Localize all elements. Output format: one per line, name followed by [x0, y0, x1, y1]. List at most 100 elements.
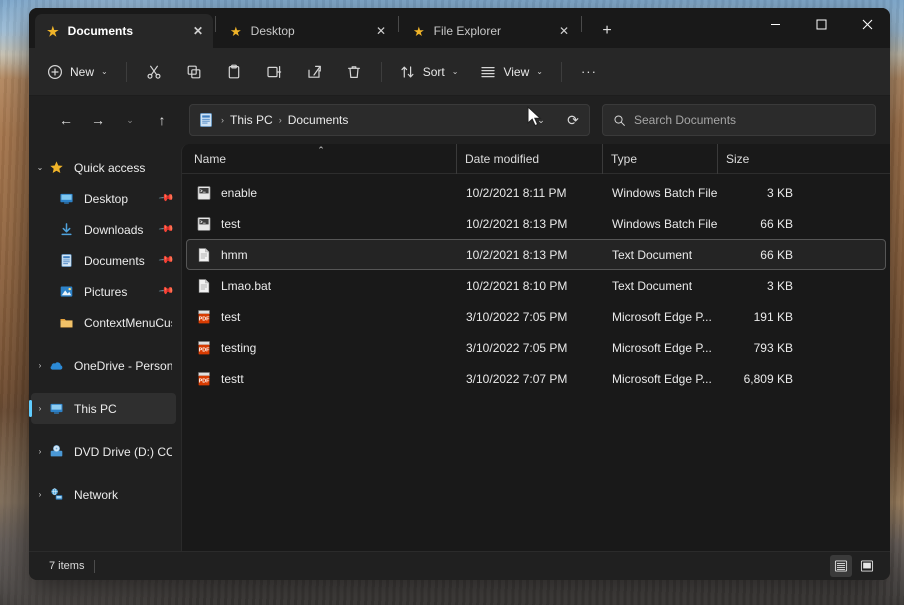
sidebar-item-label: Network: [74, 488, 172, 502]
copy-icon: [186, 64, 202, 80]
chevron-right-icon[interactable]: ›: [31, 447, 49, 456]
address-bar[interactable]: › This PC › Documents ⌄ ⟳: [189, 104, 590, 136]
sidebar-item-label: Desktop: [84, 192, 160, 206]
forward-button[interactable]: →: [83, 105, 113, 135]
file-name-cell: PDF testing: [188, 340, 458, 356]
sidebar-item-label: OneDrive - Personal: [74, 359, 172, 373]
delete-button[interactable]: [335, 56, 373, 88]
table-row[interactable]: PDF testt 3/10/2022 7:07 PM Microsoft Ed…: [186, 363, 886, 394]
pin-icon[interactable]: 📌: [157, 252, 174, 268]
sort-button[interactable]: Sort ⌄: [390, 56, 469, 88]
command-bar: New ⌄: [29, 48, 890, 96]
pdf-icon: PDF: [196, 309, 212, 325]
table-row[interactable]: PDF test 3/10/2022 7:05 PM Microsoft Edg…: [186, 301, 886, 332]
share-button[interactable]: [295, 56, 333, 88]
pictures-icon: [59, 284, 77, 300]
file-explorer-window: ★ Documents ✕ ★ Desktop ✕ ★ File Explore…: [29, 8, 890, 580]
table-row[interactable]: hmm 10/2/2021 8:13 PM Text Document 66 K…: [186, 239, 886, 270]
sidebar-item-dvd-drive[interactable]: › DVD Drive (D:) CCCO: [31, 436, 176, 467]
file-size: 66 KB: [719, 217, 801, 231]
column-header-size[interactable]: Size: [717, 144, 799, 174]
new-tab-button[interactable]: +: [592, 17, 622, 45]
column-header-date-modified[interactable]: Date modified: [456, 144, 602, 174]
file-name-cell: enable: [188, 185, 458, 201]
column-header-label: Date modified: [465, 152, 539, 166]
more-options-button[interactable]: ···: [570, 56, 608, 88]
chevron-down-icon: ⌄: [101, 67, 108, 76]
tab-desktop[interactable]: ★ Desktop ✕: [218, 14, 396, 48]
chevron-right-icon[interactable]: ›: [31, 361, 49, 370]
paste-button[interactable]: [215, 56, 253, 88]
search-icon: [613, 114, 626, 127]
close-icon[interactable]: ✕: [187, 20, 209, 42]
cut-button[interactable]: [135, 56, 173, 88]
sort-button-label: Sort: [423, 65, 445, 79]
sidebar-item-label: This PC: [74, 402, 172, 416]
sidebar-item-label: Pictures: [84, 285, 160, 299]
file-name: hmm: [221, 248, 248, 262]
table-row[interactable]: enable 10/2/2021 8:11 PM Windows Batch F…: [186, 177, 886, 208]
file-type: Microsoft Edge P...: [604, 341, 719, 355]
column-headers: ⌃ Name Date modified Type Size: [182, 144, 890, 174]
sidebar-item-this-pc[interactable]: › This PC: [31, 393, 176, 424]
sidebar-item-quick-access[interactable]: ⌄ Quick access: [31, 152, 176, 183]
view-toggle-group: [830, 555, 878, 577]
recent-locations-button[interactable]: ⌄: [115, 105, 145, 135]
table-row[interactable]: test 10/2/2021 8:13 PM Windows Batch Fil…: [186, 208, 886, 239]
trash-icon: [346, 64, 362, 80]
details-view-button[interactable]: [830, 555, 852, 577]
dvd-icon: [49, 444, 67, 460]
back-button[interactable]: ←: [51, 105, 81, 135]
column-header-name[interactable]: ⌃ Name: [186, 144, 456, 174]
breadcrumb-this-pc[interactable]: This PC: [225, 110, 278, 130]
up-button[interactable]: ↑: [147, 105, 177, 135]
sidebar-item-desktop[interactable]: Desktop 📌: [31, 183, 176, 214]
file-date: 3/10/2022 7:07 PM: [458, 372, 604, 386]
table-row[interactable]: Lmao.bat 10/2/2021 8:10 PM Text Document…: [186, 270, 886, 301]
address-dropdown-button[interactable]: ⌄: [527, 106, 555, 134]
rename-button[interactable]: [255, 56, 293, 88]
pin-icon[interactable]: 📌: [157, 221, 174, 237]
column-header-type[interactable]: Type: [602, 144, 717, 174]
sidebar-item-network[interactable]: › Network: [31, 479, 176, 510]
close-button[interactable]: [844, 8, 890, 40]
sidebar-item-downloads[interactable]: Downloads 📌: [31, 214, 176, 245]
sidebar-item-pictures[interactable]: Pictures 📌: [31, 276, 176, 307]
search-box[interactable]: Search Documents: [602, 104, 876, 136]
file-size: 66 KB: [719, 248, 801, 262]
refresh-button[interactable]: ⟳: [559, 106, 587, 134]
file-rows: enable 10/2/2021 8:11 PM Windows Batch F…: [182, 174, 890, 551]
sidebar-item-documents[interactable]: Documents 📌: [31, 245, 176, 276]
chevron-right-icon[interactable]: ›: [31, 404, 49, 413]
column-header-label: Name: [194, 152, 226, 166]
chevron-right-icon[interactable]: ›: [31, 490, 49, 499]
minimize-button[interactable]: [752, 8, 798, 40]
maximize-button[interactable]: [798, 8, 844, 40]
pin-icon[interactable]: 📌: [157, 190, 174, 206]
table-row[interactable]: PDF testing 3/10/2022 7:05 PM Microsoft …: [186, 332, 886, 363]
file-name-cell: test: [188, 216, 458, 232]
sidebar-item-label: ContextMenuCust: [84, 316, 172, 330]
file-size: 793 KB: [719, 341, 801, 355]
tab-divider: [398, 16, 399, 32]
large-icons-view-button[interactable]: [856, 555, 878, 577]
svg-text:PDF: PDF: [199, 316, 210, 322]
tab-documents[interactable]: ★ Documents ✕: [35, 14, 213, 48]
new-button[interactable]: New ⌄: [37, 56, 118, 88]
view-button[interactable]: View ⌄: [470, 56, 553, 88]
copy-button[interactable]: [175, 56, 213, 88]
plus-circle-icon: [47, 64, 63, 80]
breadcrumb-documents[interactable]: Documents: [283, 110, 354, 130]
close-icon[interactable]: ✕: [370, 20, 392, 42]
chevron-down-icon[interactable]: ⌄: [31, 163, 49, 172]
pin-icon[interactable]: 📌: [157, 283, 174, 299]
tab-file-explorer[interactable]: ★ File Explorer ✕: [401, 14, 579, 48]
file-date: 10/2/2021 8:11 PM: [458, 186, 604, 200]
window-controls: [752, 8, 890, 40]
pdf-icon: PDF: [196, 340, 212, 356]
close-icon[interactable]: ✕: [553, 20, 575, 42]
sidebar-item-onedrive[interactable]: › OneDrive - Personal: [31, 350, 176, 381]
tab-divider: [581, 16, 582, 32]
sidebar-item-contextmenucust[interactable]: ContextMenuCust: [31, 307, 176, 338]
star-icon: ★: [230, 25, 242, 38]
